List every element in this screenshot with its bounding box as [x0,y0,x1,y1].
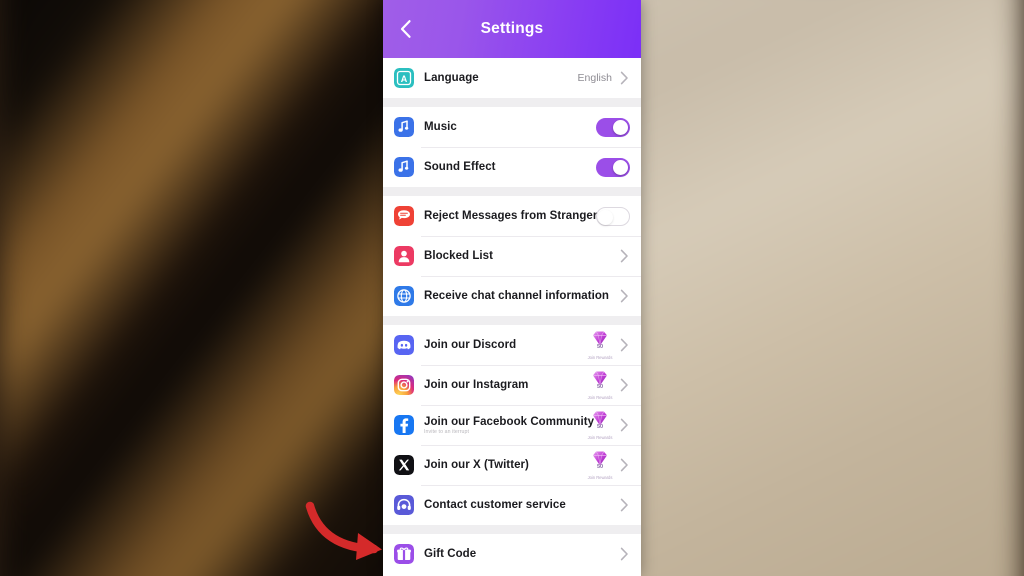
svg-text:A: A [401,74,408,84]
section-divider [383,525,641,534]
row-text: Music [424,121,596,133]
row-text: Join our Instagram [424,379,585,391]
row-text: Reject Messages from Strangers [424,210,604,222]
row-label: Sound Effect [424,161,496,173]
row-label: Blocked List [424,250,493,262]
row-text: Gift Code [424,548,619,560]
row-label: Music [424,121,457,133]
reward-amount: 50 [596,384,604,390]
screenshot-stage: Settings A Language English Music Sound Effe… [0,0,1024,576]
row-label: Reject Messages from Strangers [424,210,604,222]
row-label: Contact customer service [424,499,566,511]
language-icon: A [394,68,414,88]
row-blocked-list[interactable]: Blocked List [383,236,641,276]
row-text: Join our Facebook Community Invite to an … [424,415,595,435]
globe-icon [394,286,414,306]
toggle-sound-effect[interactable] [596,157,630,177]
reward-badge: 50 Join Rewards [585,450,615,480]
chevron-right-icon [619,338,630,352]
music-note-icon [394,157,414,177]
gift-group: Gift Code [383,534,641,574]
reward-amount: 50 [596,464,604,470]
chevron-left-icon [399,19,412,39]
row-label: Receive chat channel information [424,290,610,302]
back-button[interactable] [391,15,419,43]
row-reject-messages-from-strangers[interactable]: Reject Messages from Strangers [383,196,641,236]
row-label: Join our Discord [424,339,517,351]
phone-screen: Settings A Language English Music Sound Effe… [383,0,641,576]
row-contact-customer-service[interactable]: Contact customer service [383,485,641,525]
reward-badge: 50 Join Rewards [585,370,615,400]
row-language[interactable]: A Language English [383,58,641,98]
row-receive-chat-channel-information[interactable]: Receive chat channel information [383,276,641,316]
row-text: Sound Effect [424,161,596,173]
reward-amount: 50 [596,344,604,350]
row-label: Gift Code [424,548,477,560]
chevron-right-icon [619,458,630,472]
settings-list: A Language English Music Sound Effect Reject … [383,58,641,574]
row-text: Language [424,72,578,84]
privacy-group: Reject Messages from Strangers Blocked Li… [383,196,641,316]
row-label: Join our Instagram [424,379,529,391]
toggle-knob [613,119,628,135]
chevron-right-icon [619,249,630,263]
row-sound-effect[interactable]: Sound Effect [383,147,641,187]
reward-caption: Join Rewards [587,355,613,360]
background-photo-right [580,0,1024,576]
section-divider [383,187,641,196]
chevron-right-icon [619,289,630,303]
audio-group: Music Sound Effect [383,107,641,187]
toggle-reject-messages-from-strangers[interactable] [596,206,630,226]
reward-caption: Join Rewards [587,435,613,440]
music-note-icon [394,117,414,137]
row-join-our-discord[interactable]: Join our Discord 50 Join Rewards [383,325,641,365]
toggle-knob [598,209,613,225]
section-divider [383,316,641,325]
row-join-our-facebook-community[interactable]: Join our Facebook Community Invite to an … [383,405,641,445]
discord-icon [394,335,414,355]
row-label: Join our X (Twitter) [424,459,529,471]
row-gift-code[interactable]: Gift Code [383,534,641,574]
reward-caption: Join Rewards [587,475,613,480]
toggle-knob [613,159,628,175]
toggle-music[interactable] [596,117,630,137]
settings-header: Settings [383,0,641,58]
row-text: Contact customer service [424,499,619,511]
row-text: Join our Discord [424,339,585,351]
row-text: Join our X (Twitter) [424,459,585,471]
row-value: English [577,72,612,84]
social-group: Join our Discord 50 Join Rewards Join our I… [383,325,641,525]
headset-icon [394,495,414,515]
x-twitter-icon [394,455,414,475]
row-label: Join our Facebook Community [424,415,595,428]
section-divider [383,98,641,107]
chevron-right-icon [619,498,630,512]
chevron-right-icon [619,71,630,85]
chat-bubble-icon [394,206,414,226]
gift-box-icon [394,544,414,564]
row-music[interactable]: Music [383,107,641,147]
page-title: Settings [480,20,544,37]
background-photo-left [0,0,444,576]
chevron-right-icon [619,547,630,561]
row-join-our-x-twitter[interactable]: Join our X (Twitter) 50 Join Rewards [383,445,641,485]
chevron-right-icon [619,378,630,392]
reward-caption: Join Rewards [587,395,613,400]
language-group: A Language English [383,58,641,98]
row-join-our-instagram[interactable]: Join our Instagram 50 Join Rewards [383,365,641,405]
row-sublabel: Invite to an iterrupt [424,428,470,435]
row-label: Language [424,72,479,84]
reward-amount: 50 [596,424,604,430]
blocked-user-icon [394,246,414,266]
row-text: Receive chat channel information [424,290,619,302]
facebook-icon [394,415,414,435]
reward-badge: 50 Join Rewards [585,410,615,440]
row-text: Blocked List [424,250,619,262]
chevron-right-icon [619,418,630,432]
reward-badge: 50 Join Rewards [585,330,615,360]
instagram-icon [394,375,414,395]
